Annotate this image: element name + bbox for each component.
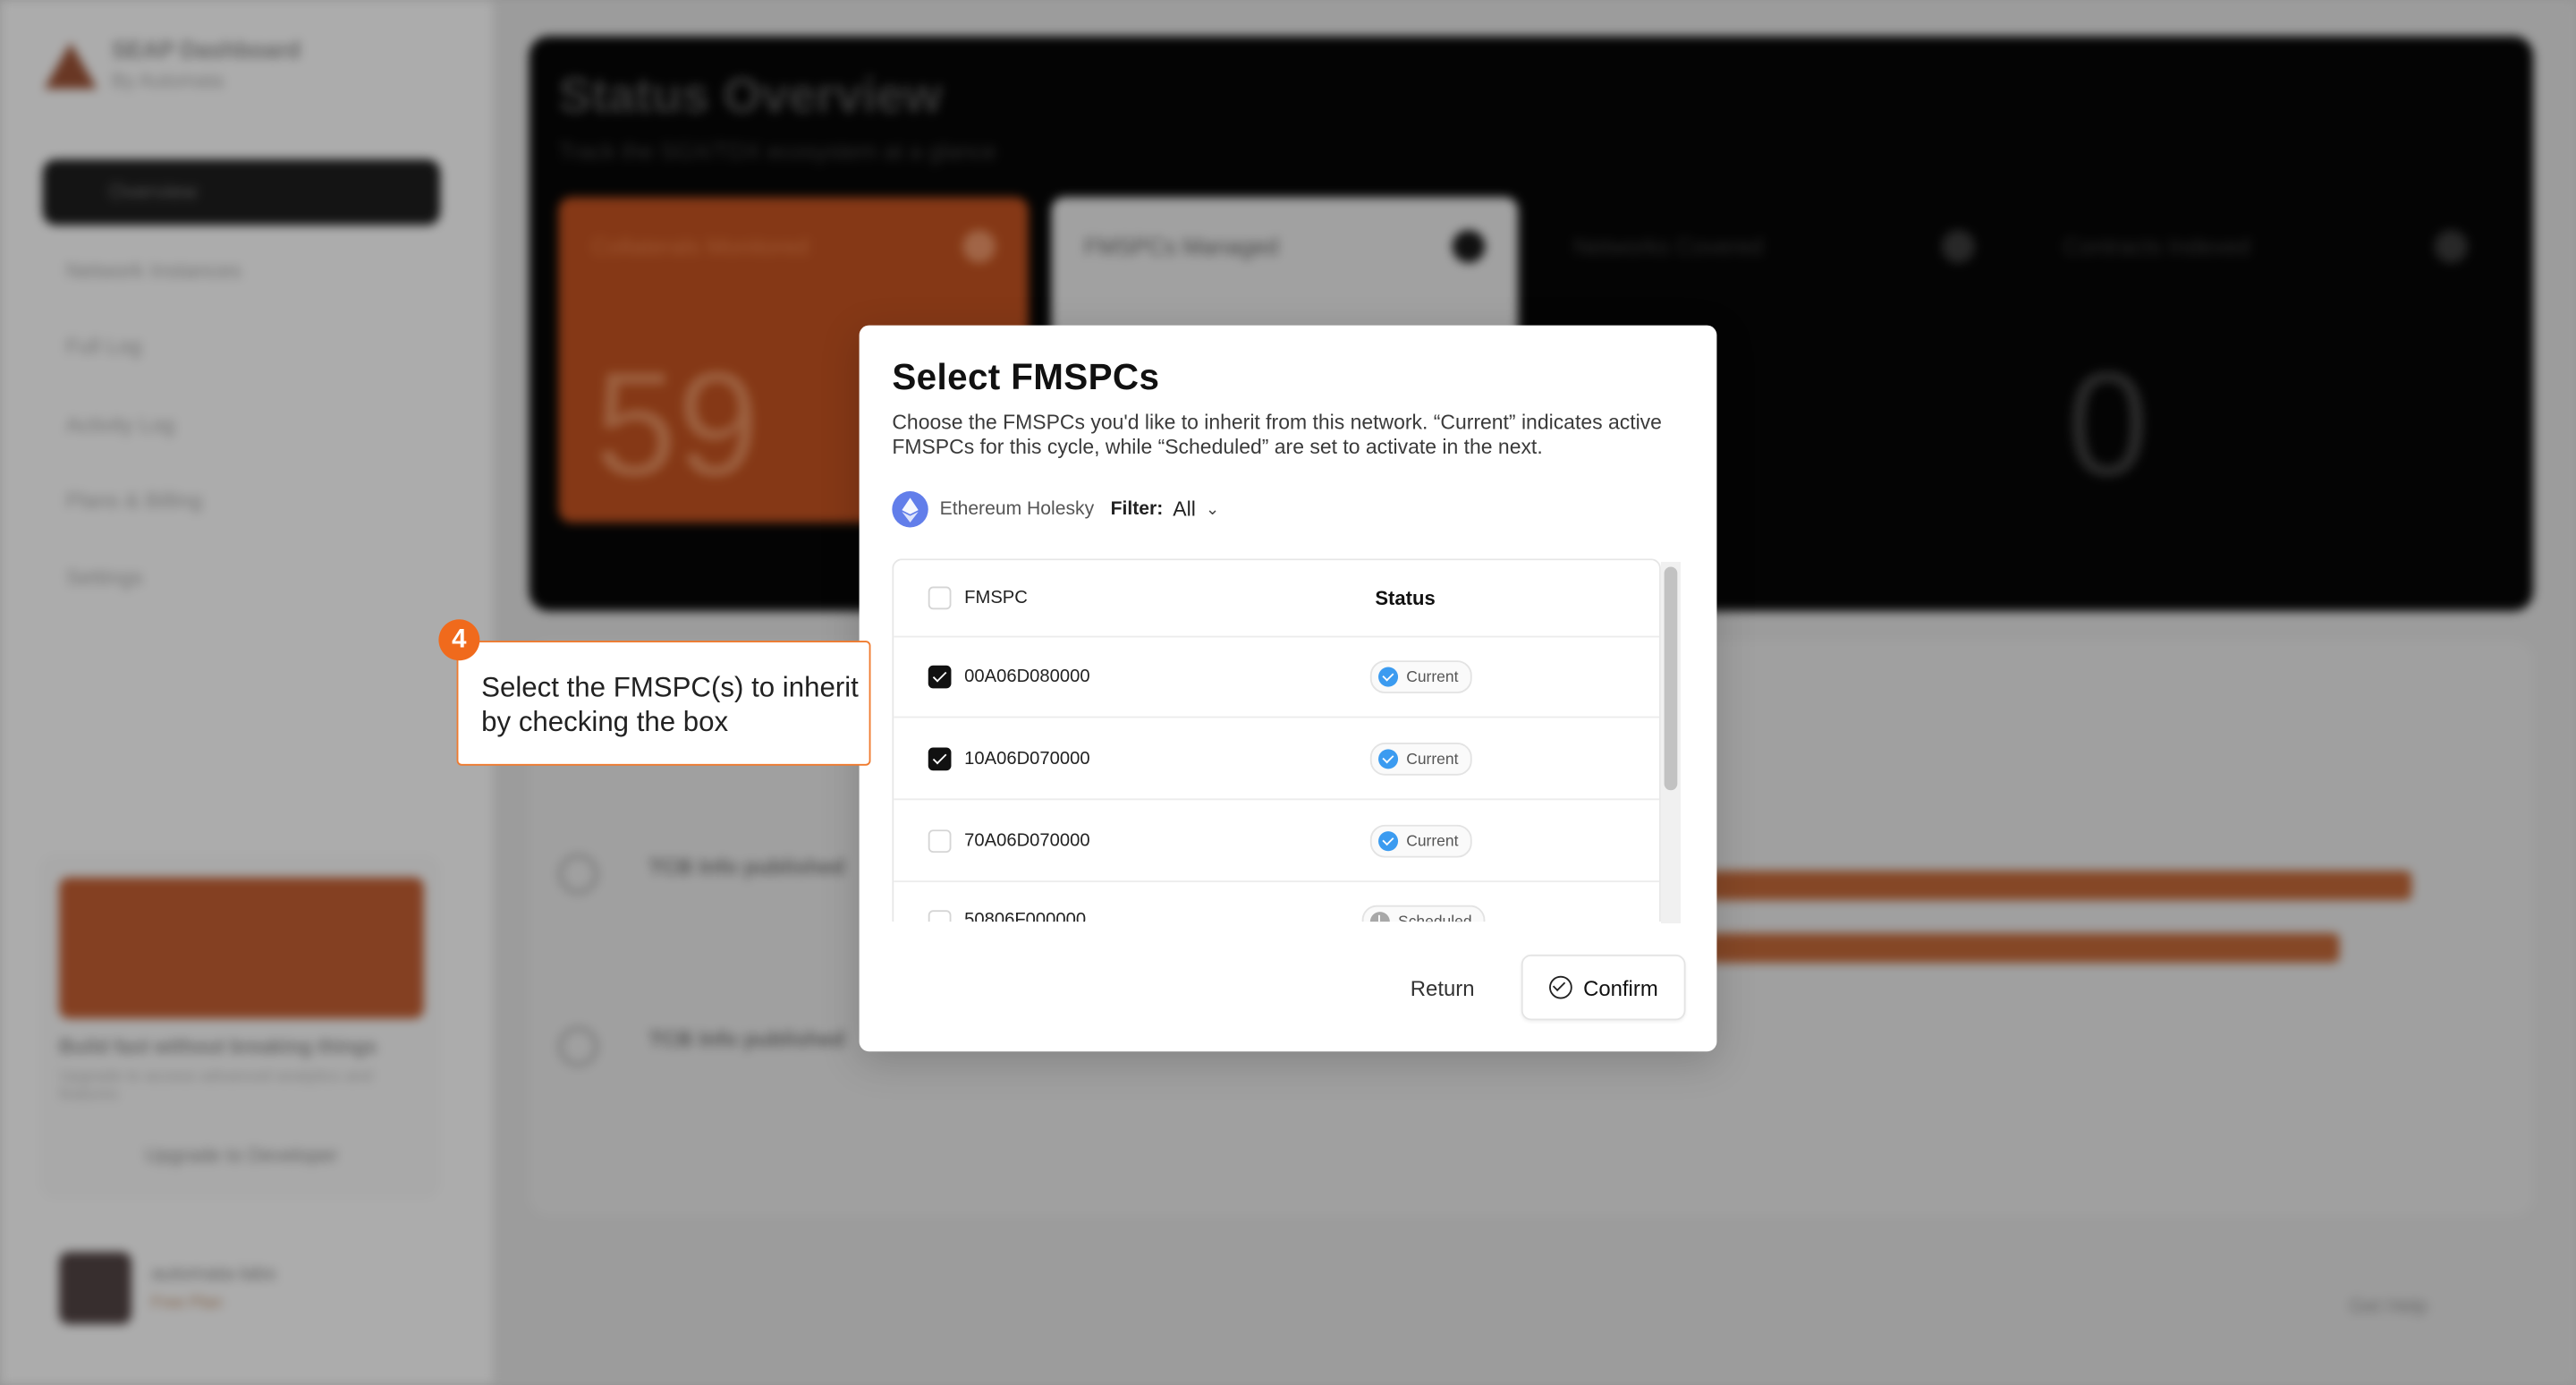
filter-select[interactable]: All xyxy=(1173,497,1196,521)
table-row[interactable]: 50806F000000 Scheduled xyxy=(894,882,1659,922)
check-circle-icon xyxy=(1548,975,1572,999)
fmspc-table: FMSPC Status 00A06D080000 Current 10A06D… xyxy=(892,558,1661,922)
table-scrollbar[interactable] xyxy=(1660,562,1681,924)
status-badge: Scheduled xyxy=(1361,905,1486,922)
fmspc-value: 70A06D070000 xyxy=(964,831,1090,852)
tutorial-callout: Select the FMSPC(s) to inherit by checki… xyxy=(456,641,871,766)
check-circle-icon xyxy=(1378,831,1399,852)
confirm-button[interactable]: Confirm xyxy=(1521,954,1686,1021)
callout-text: Select the FMSPC(s) to inherit by checki… xyxy=(481,672,859,738)
network-name: Ethereum Holesky xyxy=(939,499,1095,520)
status-badge: Current xyxy=(1369,824,1472,858)
fmspc-value: 10A06D070000 xyxy=(964,749,1090,769)
status-badge: Current xyxy=(1369,743,1472,776)
column-header-status: Status xyxy=(1375,586,1436,610)
scrollbar-thumb[interactable] xyxy=(1664,566,1678,791)
row-checkbox[interactable] xyxy=(928,665,952,689)
confirm-label: Confirm xyxy=(1583,974,1658,1000)
column-header-fmspc: FMSPC xyxy=(964,588,1028,608)
return-button[interactable]: Return xyxy=(1377,958,1508,1017)
network-filter-row: Ethereum Holesky Filter: All ⌄ xyxy=(892,491,1219,528)
table-row[interactable]: 70A06D070000 Current xyxy=(894,800,1660,883)
row-checkbox[interactable] xyxy=(928,829,952,854)
table-row[interactable]: 10A06D070000 Current xyxy=(894,718,1660,801)
fmspc-value: 50806F000000 xyxy=(964,910,1087,922)
filter-label: Filter: xyxy=(1110,499,1164,520)
chevron-down-icon[interactable]: ⌄ xyxy=(1206,500,1219,518)
clock-icon xyxy=(1369,912,1390,922)
row-checkbox[interactable] xyxy=(928,910,952,922)
check-circle-icon xyxy=(1378,667,1399,687)
ethereum-icon xyxy=(892,491,928,528)
row-checkbox[interactable] xyxy=(928,747,952,771)
dialog-title: Select FMSPCs xyxy=(892,356,1160,398)
status-badge: Current xyxy=(1369,660,1472,693)
select-all-checkbox[interactable] xyxy=(928,586,952,610)
select-fmspcs-dialog: Select FMSPCs Choose the FMSPCs you'd li… xyxy=(859,325,1717,1052)
table-header: FMSPC Status xyxy=(894,560,1660,638)
step-number-badge: 4 xyxy=(438,619,480,661)
table-row[interactable]: 00A06D080000 Current xyxy=(894,636,1660,718)
fmspc-value: 00A06D080000 xyxy=(964,667,1090,687)
check-circle-icon xyxy=(1378,749,1399,769)
dialog-description: Choose the FMSPCs you'd like to inherit … xyxy=(892,411,1662,459)
